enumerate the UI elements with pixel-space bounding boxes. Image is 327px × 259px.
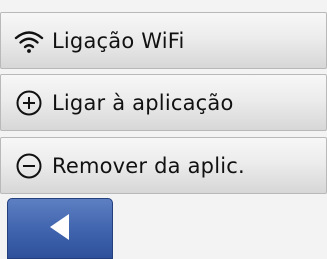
menu-item-remove-from-app[interactable]: Remover da aplic. [0, 137, 327, 194]
plus-circle-icon [12, 86, 46, 120]
minus-circle-icon [12, 149, 46, 183]
menu-item-connect-to-app[interactable]: Ligar à aplicação [0, 74, 327, 131]
menu-item-wifi-connection[interactable]: Ligação WiFi [0, 12, 327, 69]
wifi-icon [12, 24, 46, 58]
back-arrow-icon [47, 212, 73, 246]
menu-item-label: Remover da aplic. [52, 153, 245, 178]
menu-item-label: Ligação WiFi [52, 28, 185, 53]
back-button[interactable] [7, 198, 113, 259]
menu-item-label: Ligar à aplicação [52, 90, 234, 115]
